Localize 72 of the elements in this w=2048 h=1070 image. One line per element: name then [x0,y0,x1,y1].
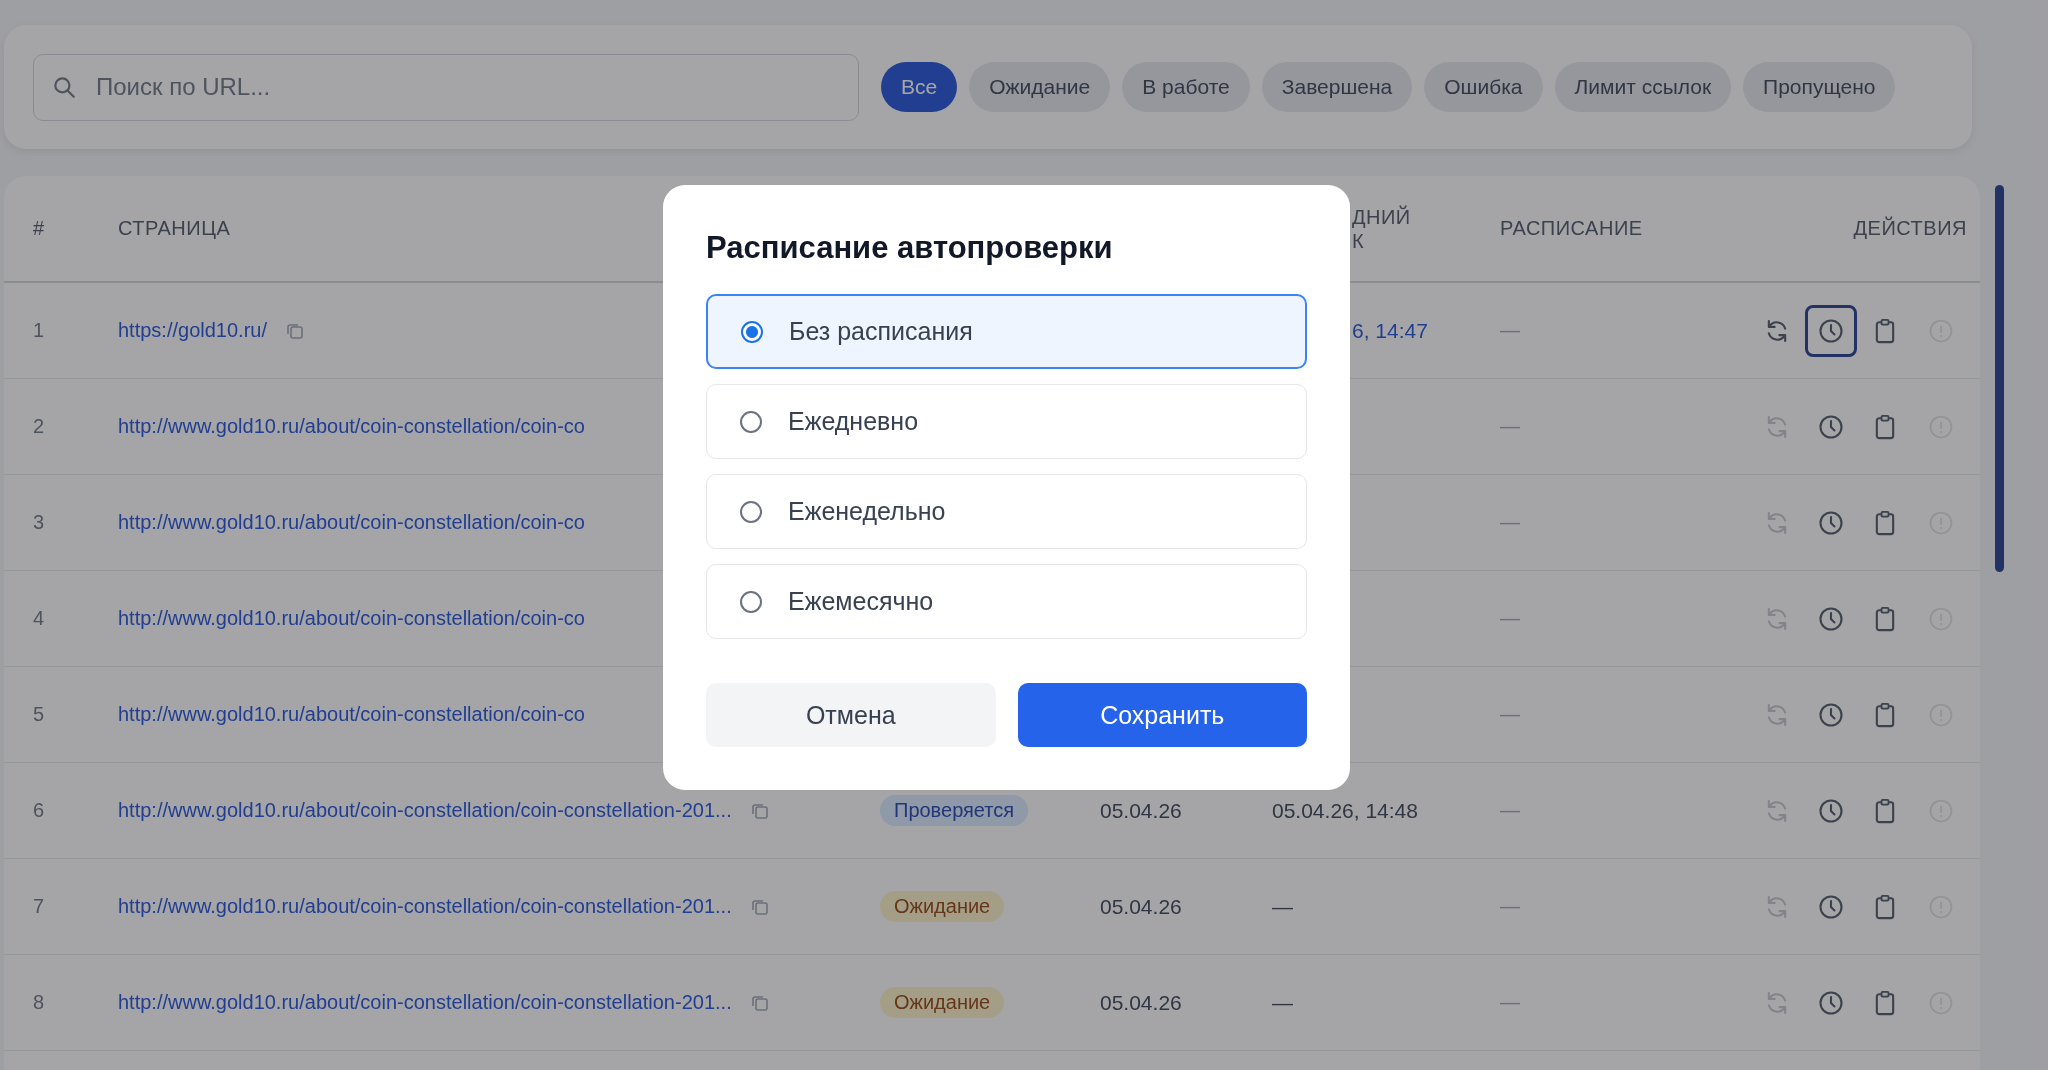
schedule-text: — [1500,511,1520,533]
column-header: ДЕЙСТВИЯ [1853,217,1968,240]
date-text: 05.04.26 [1100,798,1182,822]
column-header: ДНИЙ К [1351,204,1412,253]
check-time: 05.04.26, 14:48 [1272,798,1418,822]
schedule-button[interactable] [1805,304,1857,357]
column-header: РАСПИСАНИЕ [1500,217,1644,240]
column-header: СТРАНИЦА [118,217,232,240]
filter-chip[interactable]: Пропущено [1743,62,1896,112]
check-time: — [1272,990,1293,1014]
clock-icon [1817,604,1845,633]
clock-icon [1817,796,1845,825]
page-link[interactable]: http://www.gold10.ru/about/coin-constellation/coin-co [118,511,585,534]
row-number: 3 [33,511,46,534]
date-text: 05.04.26 [1100,894,1182,918]
page-link[interactable]: http://www.gold10.ru/about/coin-constellation/coin-co [118,607,585,630]
filter-chip[interactable]: Лимит ссылок [1554,62,1732,112]
page-link[interactable]: https://gold10.ru/ [118,319,267,342]
radio-button[interactable] [740,590,762,613]
clock-icon [1817,316,1845,345]
row-number: 1 [33,319,46,342]
row-number: 8 [33,991,46,1014]
save-button[interactable]: Сохранить [1017,683,1307,747]
radio-button[interactable] [740,500,762,523]
status-badge: Ожидание [880,987,1005,1018]
schedule-option[interactable]: Ежемесячно [706,564,1307,639]
schedule-option[interactable]: Без расписания [706,294,1307,369]
column-header: # [33,217,46,240]
status-badge: Проверяется [880,795,1029,826]
schedule-text: — [1500,703,1520,725]
row-number: 4 [33,607,46,630]
date-text: 05.04.26 [1100,990,1182,1014]
schedule-option[interactable]: Еженедельно [706,474,1307,549]
page-link[interactable]: http://www.gold10.ru/about/coin-constellation/coin-co [118,703,585,726]
row-number: 2 [33,415,46,438]
page-link[interactable]: http://www.gold10.ru/about/coin-constellation/coin-constellation-201... [118,991,732,1014]
radio-button[interactable] [740,410,762,433]
schedule-text: — [1500,895,1520,917]
radio-button[interactable] [741,320,763,343]
page-link[interactable]: http://www.gold10.ru/about/coin-constellation/coin-co [118,415,585,438]
schedule-text: — [1500,415,1520,437]
check-time: 6, 14:47 [1352,318,1428,342]
dialog-title: Расписание автопроверки [706,230,1114,266]
schedule-text: — [1500,319,1520,341]
schedule-text: — [1500,991,1520,1013]
schedule-option[interactable]: Ежедневно [706,384,1307,459]
page-link[interactable]: http://www.gold10.ru/about/coin-constellation/coin-constellation-201... [118,799,732,822]
schedule-text: — [1500,607,1520,629]
check-time: — [1272,894,1293,918]
schedule-text: — [1500,799,1520,821]
filter-chip[interactable]: В работе [1122,62,1250,112]
option-label: Ежемесячно [788,587,934,616]
page-link[interactable]: http://www.gold10.ru/about/coin-constellation/coin-constellation-201... [118,895,732,918]
search-field[interactable]: Поиск по URL... [33,53,859,121]
option-label: Ежедневно [788,407,919,436]
row-number: 6 [33,799,46,822]
option-label: Еженедельно [788,497,946,526]
cancel-button[interactable]: Отмена [706,683,996,747]
filter-chip[interactable]: Все [881,62,958,112]
row-number: 7 [33,895,46,918]
filter-chip[interactable]: Ожидание [969,62,1111,112]
clock-icon [1817,700,1845,729]
filter-chip[interactable]: Завершена [1261,62,1413,112]
scrollbar[interactable] [1995,185,2004,572]
filter-chip[interactable]: Ошибка [1424,62,1543,112]
row-number: 5 [33,703,46,726]
option-label: Без расписания [789,317,973,346]
status-badge: Ожидание [880,891,1005,922]
clock-icon [1817,892,1845,921]
clock-icon [1817,508,1845,537]
clock-icon [1817,412,1845,441]
clock-icon [1817,988,1845,1017]
